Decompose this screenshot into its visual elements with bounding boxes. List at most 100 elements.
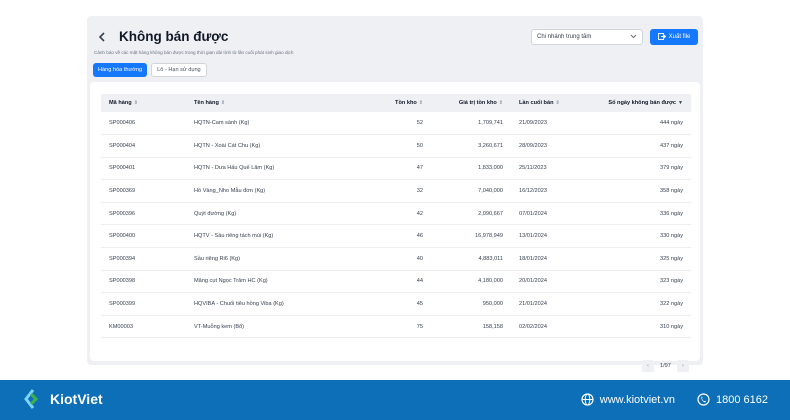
table-cell: KM00003 <box>101 315 186 339</box>
table-row[interactable]: SP000394 Sầu riêng Ri6 (Kg) 40 4,883,011 18/… <box>101 247 691 271</box>
table-cell: SP000396 <box>101 202 186 226</box>
table-cell: 47 <box>376 157 431 181</box>
table-cell: HQTN - Xoài Cát Chu (Kg) <box>186 134 376 158</box>
export-button[interactable]: Xuất file <box>650 29 698 45</box>
table-cell: HQTN - Dưa Hấu Quế Lâm (Kg) <box>186 157 376 181</box>
table-cell: 379 ngày <box>586 157 691 181</box>
export-icon <box>657 32 666 42</box>
table-row[interactable]: SP000369 Hồ Vàng_Nho Mẫu đơn (Kg) 32 7,040,… <box>101 179 691 203</box>
col-header-code[interactable]: Mã hàng ⇕ <box>101 94 186 112</box>
pagination: ‹ 1/97 › <box>642 360 689 372</box>
table-cell: 4,180,000 <box>431 270 511 294</box>
table-cell: 336 ngày <box>586 202 691 226</box>
table-cell: 323 ngày <box>586 270 691 294</box>
phone-icon <box>697 393 710 406</box>
table-row[interactable]: SP000399 HQVIBA - Chuối tiêu hồng Viba (K… <box>101 292 691 316</box>
table-cell: 444 ngày <box>586 112 691 136</box>
sort-icon: ⇕ <box>133 100 138 106</box>
table-row[interactable]: SP000398 Măng cụt Ngọc Trâm HC (Kg) 44 4,18… <box>101 270 691 294</box>
col-header-name[interactable]: Tên hàng ⇕ <box>186 94 376 112</box>
table-cell: VT-Muỗng kem (Bổ) <box>186 315 376 339</box>
table-cell: 4,883,011 <box>431 247 511 271</box>
page-title: Không bán được <box>119 29 229 44</box>
table-cell: Hồ Vàng_Nho Mẫu đơn (Kg) <box>186 179 376 203</box>
table-row[interactable]: SP000401 HQTN - Dưa Hấu Quế Lâm (Kg) 47 1,8… <box>101 157 691 181</box>
table-cell: 07/01/2024 <box>511 202 586 226</box>
table-row[interactable]: KM00003 VT-Muỗng kem (Bổ) 75 158,158 02/02/2… <box>101 315 691 339</box>
table-cell: 75 <box>376 315 431 339</box>
table-cell: 325 ngày <box>586 247 691 271</box>
table-cell: Măng cụt Ngọc Trâm HC (Kg) <box>186 270 376 294</box>
table-cell: 1,833,000 <box>431 157 511 181</box>
table-cell: 45 <box>376 292 431 316</box>
unsold-table: Mã hàng ⇕ Tên hàng ⇕ Tồn kho ⇕ Giá trị tồn … <box>101 94 691 339</box>
table-cell: SP000398 <box>101 270 186 294</box>
table-card: Mã hàng ⇕ Tên hàng ⇕ Tồn kho ⇕ Giá trị tồn … <box>90 82 700 372</box>
table-cell: 21/01/2024 <box>511 292 586 316</box>
col-header-last-sold[interactable]: Lần cuối bán ⇕ <box>511 94 586 112</box>
table-cell: 358 ngày <box>586 179 691 203</box>
table-cell: HQVIBA - Chuối tiêu hồng Viba (Kg) <box>186 292 376 316</box>
col-header-days-unsold[interactable]: Số ngày không bán được ▼ <box>586 94 691 112</box>
table-cell: 40 <box>376 247 431 271</box>
phone-number[interactable]: 1800 6162 <box>716 394 768 406</box>
table-cell: SP000399 <box>101 292 186 316</box>
table-cell: 330 ngày <box>586 224 691 249</box>
table-row[interactable]: SP000396 Quýt đường (Kg) 42 2,090,667 07/01/… <box>101 202 691 226</box>
table-cell: 437 ngày <box>586 134 691 158</box>
table-cell: 13/01/2024 <box>511 224 586 249</box>
col-header-stock-value[interactable]: Giá trị tồn kho ⇕ <box>431 94 511 112</box>
table-cell: SP000401 <box>101 157 186 181</box>
table-cell: SP000406 <box>101 112 186 136</box>
table-cell: SP000369 <box>101 179 186 203</box>
sort-icon: ⇕ <box>555 100 560 106</box>
table-cell: 18/01/2024 <box>511 247 586 271</box>
table-cell: 46 <box>376 224 431 249</box>
next-page-button[interactable]: › <box>676 360 689 372</box>
table-cell: 158,158 <box>431 315 511 339</box>
export-label: Xuất file <box>668 34 691 40</box>
sort-icon: ⇕ <box>498 100 503 106</box>
brand-logo: KiotViet <box>22 388 103 410</box>
branch-select-value: Chi nhánh trung tâm <box>537 34 592 40</box>
tab-bar: Hàng hóa thường Lô - Hạn sử dụng <box>93 63 207 77</box>
tab-regular-goods[interactable]: Hàng hóa thường <box>93 63 148 77</box>
table-cell: 16,978,949 <box>431 224 511 249</box>
sort-icon: ⇕ <box>220 100 226 106</box>
table-header-row: Mã hàng ⇕ Tên hàng ⇕ Tồn kho ⇕ Giá trị tồn … <box>101 94 691 112</box>
table-cell: 1,709,741 <box>431 112 511 136</box>
col-header-stock[interactable]: Tồn kho ⇕ <box>376 94 431 112</box>
table-cell: 20/01/2024 <box>511 270 586 294</box>
tab-batch-expiry[interactable]: Lô - Hạn sử dụng <box>151 63 207 77</box>
table-cell: HQTV - Sầu riêng tách múi (Kg) <box>186 224 376 249</box>
table-cell: 950,000 <box>431 292 511 316</box>
back-arrow-icon[interactable] <box>95 30 109 44</box>
table-cell: 3,260,671 <box>431 134 511 158</box>
table-cell: 50 <box>376 134 431 158</box>
table-cell: 21/09/2023 <box>511 112 586 136</box>
table-cell: 2,090,667 <box>431 202 511 226</box>
sort-desc-icon: ▼ <box>678 100 683 106</box>
brand-name: KiotViet <box>50 391 103 407</box>
branch-select[interactable]: Chi nhánh trung tâm <box>531 29 643 45</box>
sort-icon: ⇕ <box>418 100 423 106</box>
table-cell: Sầu riêng Ri6 (Kg) <box>186 247 376 271</box>
table-cell: 52 <box>376 112 431 136</box>
table-row[interactable]: SP000406 HQTN-Cam sành (Kg) 52 1,709,741 21/… <box>101 112 691 136</box>
table-cell: 322 ngày <box>586 292 691 316</box>
table-cell: 16/12/2023 <box>511 179 586 203</box>
table-cell: HQTN-Cam sành (Kg) <box>186 112 376 136</box>
table-cell: 42 <box>376 202 431 226</box>
table-row[interactable]: SP000404 HQTN - Xoài Cát Chu (Kg) 50 3,260,… <box>101 134 691 158</box>
table-cell: 44 <box>376 270 431 294</box>
table-cell: SP000404 <box>101 134 186 158</box>
prev-page-button[interactable]: ‹ <box>642 360 654 372</box>
page-subtitle: Cảnh báo về các mặt hàng không bán được … <box>94 50 294 55</box>
website-link[interactable]: www.kiotviet.vn <box>600 394 675 406</box>
report-panel: Không bán được Cảnh báo về các mặt hàng … <box>87 16 703 372</box>
table-cell: Quýt đường (Kg) <box>186 202 376 226</box>
table-row[interactable]: SP000400 HQTV - Sầu riêng tách múi (Kg) 46… <box>101 224 691 249</box>
table-cell: 02/02/2024 <box>511 315 586 339</box>
chevron-down-icon <box>630 34 637 41</box>
title-row: Không bán được <box>95 29 228 44</box>
